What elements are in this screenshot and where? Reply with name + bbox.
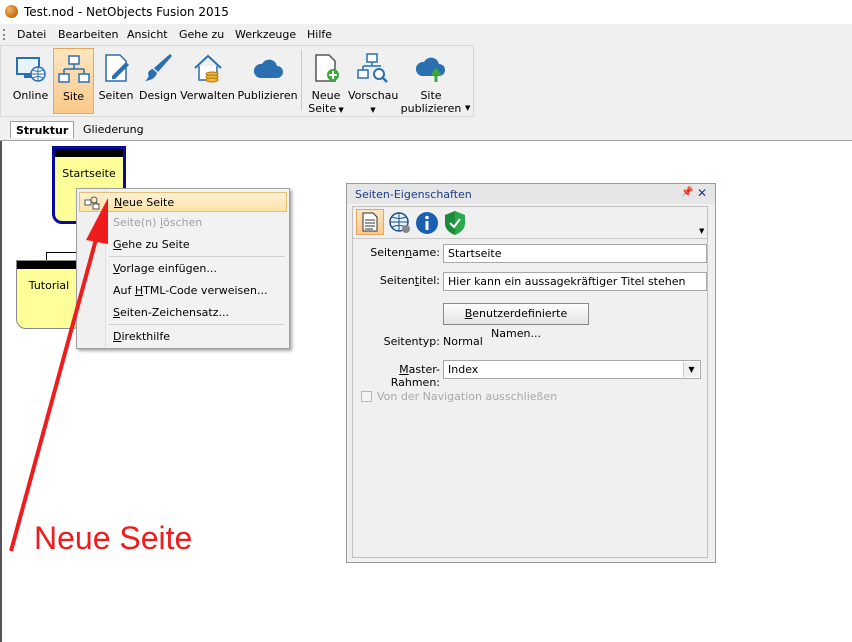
annotation-label: Neue Seite bbox=[34, 520, 193, 556]
